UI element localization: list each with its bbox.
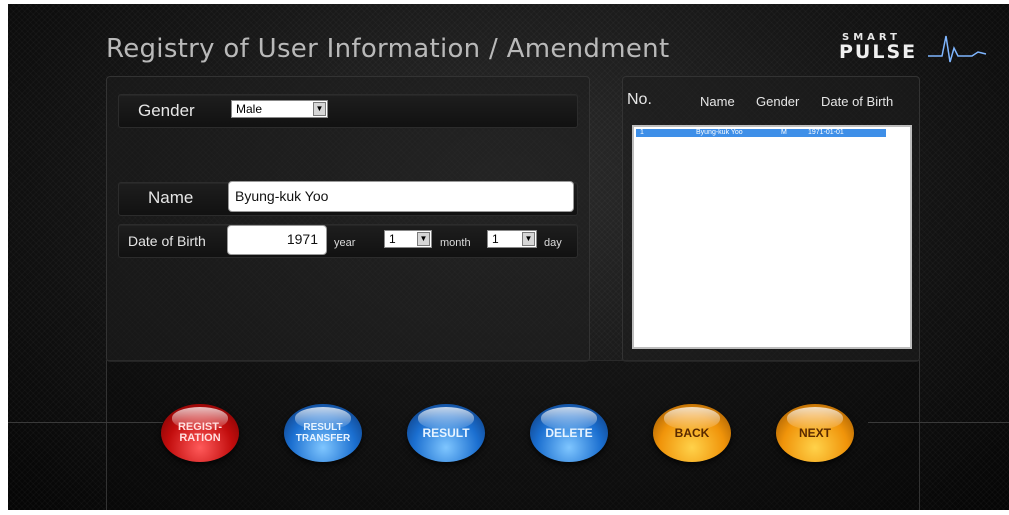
list-header-dob: Date of Birth — [821, 94, 894, 109]
gender-select[interactable]: Male ▼ — [231, 100, 328, 118]
delete-button[interactable]: DELETE — [530, 404, 608, 462]
list-item-no: 1 — [640, 129, 644, 136]
list-item-dob: 1971-01-01 — [808, 129, 844, 136]
result-button[interactable]: RESULT — [407, 404, 485, 462]
registration-button[interactable]: REGIST- RATION — [161, 404, 239, 462]
chevron-down-icon[interactable]: ▼ — [417, 232, 430, 246]
chevron-down-icon[interactable]: ▼ — [313, 102, 326, 116]
year-label: year — [334, 237, 356, 249]
list-item-gender: M — [781, 129, 787, 136]
back-button[interactable]: BACK — [653, 404, 731, 462]
next-button[interactable]: NEXT — [776, 404, 854, 462]
name-label: Name — [148, 188, 194, 207]
divider-line-right — [868, 422, 1009, 423]
list-header-no: No. — [627, 91, 652, 108]
list-item[interactable]: 1 Byung-kuk Yoo M 1971-01-01 — [636, 129, 886, 137]
back-button-label: BACK — [674, 425, 710, 440]
list-header-gender: Gender — [756, 94, 800, 109]
delete-button-label: DELETE — [545, 425, 593, 440]
divider-line-left — [8, 422, 163, 423]
year-input[interactable]: 1971 — [227, 225, 327, 255]
chevron-down-icon[interactable]: ▼ — [522, 232, 535, 246]
result-button-label: RESULT — [422, 425, 470, 440]
logo-bottom-text: PULSE — [839, 41, 918, 63]
list-header-name: Name — [700, 94, 735, 109]
gender-label: Gender — [138, 101, 195, 120]
name-input[interactable]: Byung-kuk Yoo — [228, 181, 574, 212]
list-item-name: Byung-kuk Yoo — [696, 129, 743, 136]
next-button-label: NEXT — [798, 425, 831, 440]
month-label: month — [440, 237, 471, 249]
day-select[interactable]: 1 ▼ — [487, 230, 537, 248]
dob-label: Date of Birth — [128, 233, 206, 249]
day-select-value: 1 — [492, 232, 499, 246]
registration-button-label: REGIST- RATION — [177, 421, 222, 444]
month-select[interactable]: 1 ▼ — [384, 230, 432, 248]
result-transfer-button-label: RESULT TRANSFER — [295, 422, 351, 444]
smart-pulse-logo: SMART PULSE — [836, 32, 990, 72]
app-screen: Registry of User Information / Amendment… — [8, 4, 1009, 510]
month-select-value: 1 — [389, 232, 396, 246]
user-list[interactable]: 1 Byung-kuk Yoo M 1971-01-01 — [632, 125, 912, 349]
page-title: Registry of User Information / Amendment — [106, 34, 670, 64]
day-label: day — [544, 237, 562, 249]
result-transfer-button[interactable]: RESULT TRANSFER — [284, 404, 362, 462]
heartbeat-icon — [928, 35, 987, 63]
year-input-value: 1971 — [286, 231, 318, 247]
gender-select-value: Male — [236, 102, 263, 116]
name-input-value: Byung-kuk Yoo — [235, 188, 329, 204]
